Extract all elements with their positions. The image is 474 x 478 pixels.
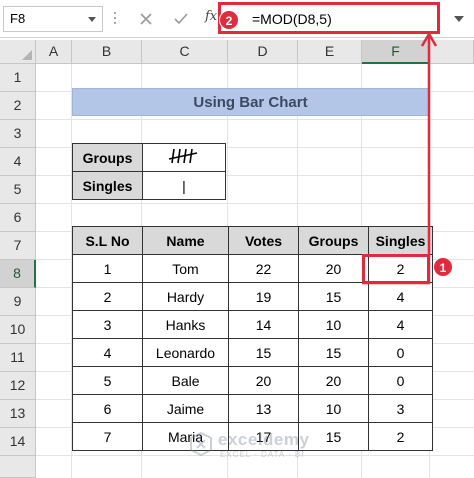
column-header-a[interactable]: A	[36, 40, 72, 64]
row-header-7[interactable]: 7	[0, 232, 36, 260]
header-singles[interactable]: Singles	[368, 226, 433, 255]
tally-row-singles: Singles |	[72, 171, 226, 200]
cell-name[interactable]: Bale	[142, 366, 229, 395]
groups-label[interactable]: Groups	[72, 143, 143, 172]
cell-sl-no[interactable]: 1	[72, 254, 143, 283]
row-header-14[interactable]: 14	[0, 428, 36, 456]
groups-tally-mark[interactable]: ||||	[142, 143, 226, 172]
tally-row-groups: Groups ||||	[72, 143, 226, 172]
cell-votes[interactable]: 13	[228, 394, 299, 423]
header-name[interactable]: Name	[142, 226, 229, 255]
cell-singles[interactable]: 4	[368, 310, 433, 339]
expand-formula-bar-icon[interactable]	[454, 16, 464, 22]
row-header-3[interactable]: 3	[0, 120, 36, 148]
column-header-b[interactable]: B	[72, 40, 142, 64]
cell-groups[interactable]: 10	[298, 310, 369, 339]
table-header-row: S.L No Name Votes Groups Singles	[72, 226, 433, 255]
drag-handle-icon[interactable]	[113, 9, 117, 29]
cell-votes[interactable]: 15	[228, 338, 299, 367]
cell-groups[interactable]: 10	[298, 394, 369, 423]
cell-singles[interactable]: 2	[368, 422, 433, 451]
singles-tally-mark[interactable]: |	[142, 171, 226, 200]
cell-sl-no[interactable]: 6	[72, 394, 143, 423]
name-box[interactable]: F8	[3, 6, 103, 32]
row-header-5[interactable]: 5	[0, 176, 36, 204]
cell-singles[interactable]: 4	[368, 282, 433, 311]
cell-groups[interactable]: 15	[298, 338, 369, 367]
watermark-name: exceldemy	[218, 430, 310, 449]
cell-name[interactable]: Leonardo	[142, 338, 229, 367]
row-header-10[interactable]: 10	[0, 316, 36, 344]
sheet-title[interactable]: Using Bar Chart	[72, 88, 429, 116]
header-groups[interactable]: Groups	[298, 226, 369, 255]
cell-votes[interactable]: 20	[228, 366, 299, 395]
selected-cell-highlight	[362, 254, 430, 284]
watermark-tagline: EXCEL · DATA · BI	[220, 450, 305, 459]
row-header-12[interactable]: 12	[0, 372, 36, 400]
table-row: 5 Bale 20 20 0	[72, 366, 433, 395]
row-header-9[interactable]: 9	[0, 288, 36, 316]
select-all-icon	[22, 50, 32, 60]
table-row: 4 Leonardo 15 15 0	[72, 338, 433, 367]
exceldemy-logo-icon	[190, 432, 212, 456]
table-row: 3 Hanks 14 10 4	[72, 310, 433, 339]
chevron-down-icon[interactable]	[88, 17, 96, 22]
cell-singles[interactable]: 0	[368, 366, 433, 395]
cell-name[interactable]: Hardy	[142, 282, 229, 311]
column-header-f[interactable]: F	[362, 40, 430, 64]
row-header-2[interactable]: 2	[0, 92, 36, 120]
row-header-8[interactable]: 8	[0, 260, 36, 288]
watermark: exceldemy EXCEL · DATA · BI	[190, 430, 320, 470]
tally-table: Groups |||| Singles |	[72, 143, 226, 200]
row-header-11[interactable]: 11	[0, 344, 36, 372]
formula-text: =MOD(D8,5)	[252, 11, 332, 27]
cell-name[interactable]: Tom	[142, 254, 229, 283]
insert-function-button[interactable]: fx	[205, 9, 217, 24]
cell-sl-no[interactable]: 3	[72, 310, 143, 339]
cell-sl-no[interactable]: 4	[72, 338, 143, 367]
cancel-icon[interactable]	[135, 8, 157, 30]
step-badge-formula: 2	[219, 10, 239, 30]
row-header-15[interactable]	[0, 456, 36, 478]
tally-five-icon	[168, 148, 198, 164]
cell-groups[interactable]: 15	[298, 282, 369, 311]
cell-singles[interactable]: 3	[368, 394, 433, 423]
checkmark-icon[interactable]	[170, 8, 192, 30]
header-votes[interactable]: Votes	[228, 226, 299, 255]
cell-name[interactable]: Jaime	[142, 394, 229, 423]
table-row: 6 Jaime 13 10 3	[72, 394, 433, 423]
cell-groups[interactable]: 20	[298, 366, 369, 395]
row-header-4[interactable]: 4	[0, 148, 36, 176]
column-header-c[interactable]: C	[142, 40, 228, 64]
cell-groups[interactable]: 20	[298, 254, 369, 283]
row-header-13[interactable]: 13	[0, 400, 36, 428]
singles-label[interactable]: Singles	[72, 171, 143, 200]
select-all-button[interactable]	[0, 40, 36, 64]
table-row: 2 Hardy 19 15 4	[72, 282, 433, 311]
column-header-e[interactable]: E	[298, 40, 362, 64]
formula-input[interactable]: =MOD(D8,5)	[218, 2, 440, 34]
step-badge-cell: 1	[433, 257, 453, 277]
cell-sl-no[interactable]: 7	[72, 422, 143, 451]
cell-sl-no[interactable]: 2	[72, 282, 143, 311]
cell-votes[interactable]: 14	[228, 310, 299, 339]
header-sl-no[interactable]: S.L No	[72, 226, 143, 255]
name-box-value: F8	[10, 11, 26, 26]
cell-votes[interactable]: 19	[228, 282, 299, 311]
cell-singles[interactable]: 0	[368, 338, 433, 367]
cell-sl-no[interactable]: 5	[72, 366, 143, 395]
cell-votes[interactable]: 22	[228, 254, 299, 283]
row-header-1[interactable]: 1	[0, 64, 36, 92]
column-header-d[interactable]: D	[228, 40, 298, 64]
row-header-6[interactable]: 6	[0, 204, 36, 232]
column-header-g[interactable]	[430, 40, 474, 64]
cell-name[interactable]: Hanks	[142, 310, 229, 339]
